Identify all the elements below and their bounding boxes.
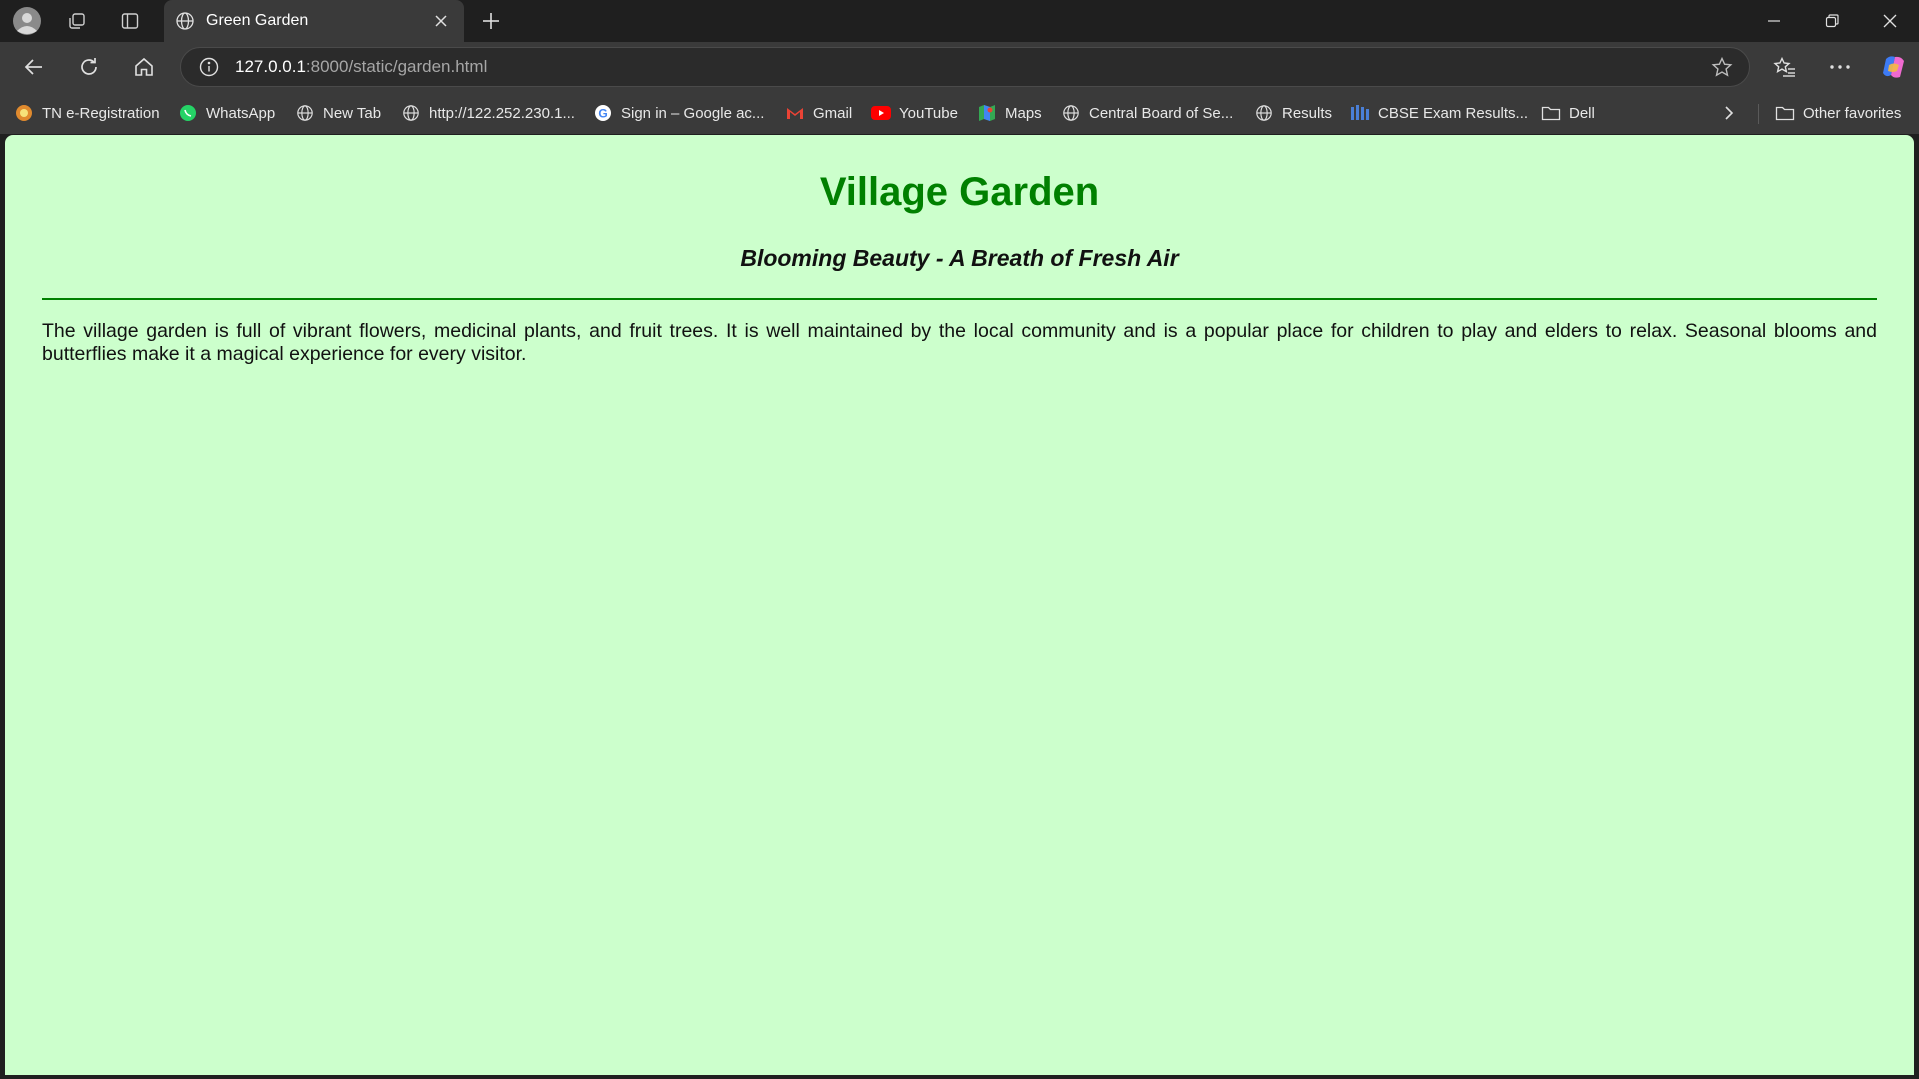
address-bar[interactable]: 127.0.0.1:8000/static/garden.html xyxy=(180,47,1750,87)
globe-icon xyxy=(1061,103,1081,123)
bookmark-other-favorites[interactable]: Other favorites xyxy=(1775,98,1901,128)
horizontal-rule xyxy=(42,298,1877,300)
tab-title: Green Garden xyxy=(206,12,309,29)
favorites-list-icon xyxy=(1773,56,1795,77)
active-tab[interactable]: Green Garden xyxy=(164,0,464,42)
arrow-left-icon xyxy=(24,59,42,75)
globe-icon xyxy=(174,10,196,32)
bookmark-cbse-results[interactable]: CBSE Exam Results... xyxy=(1350,98,1528,128)
bookmark-label: Dell xyxy=(1569,104,1595,122)
restore-button[interactable] xyxy=(1803,0,1861,42)
favorites-button[interactable] xyxy=(1765,48,1805,86)
profile-avatar-icon xyxy=(13,7,41,35)
profile-button[interactable] xyxy=(7,5,47,37)
google-icon: G xyxy=(593,103,613,123)
description-paragraph: The village garden is full of vibrant fl… xyxy=(42,320,1877,365)
bookmark-label: http://122.252.230.1... xyxy=(429,104,575,122)
bookmark-new-tab[interactable]: New Tab xyxy=(295,98,381,128)
url-path: :8000/static/garden.html xyxy=(305,57,488,76)
other-favorites-label: Other favorites xyxy=(1803,104,1902,122)
bookmarks-overflow-button[interactable] xyxy=(1714,98,1744,128)
svg-text:G: G xyxy=(598,106,607,120)
bookmark-tn-e-registration[interactable]: TN e-Registration xyxy=(14,98,160,128)
bookmarks-bar: TN e-Registration WhatsApp New Tab http:… xyxy=(0,92,1919,134)
home-icon xyxy=(135,57,153,76)
url-text[interactable]: 127.0.0.1:8000/static/garden.html xyxy=(235,57,1707,77)
bookmark-central-board[interactable]: Central Board of Se... xyxy=(1061,98,1233,128)
restore-icon xyxy=(1825,14,1839,28)
vertical-tabs-icon xyxy=(121,13,139,29)
copilot-icon xyxy=(1883,56,1904,78)
bookmark-label: Results xyxy=(1282,104,1333,122)
folder-icon xyxy=(1541,103,1561,123)
folder-icon xyxy=(1775,103,1795,123)
minimize-icon xyxy=(1768,20,1780,22)
bookmark-youtube[interactable]: YouTube xyxy=(871,98,958,128)
browser-toolbar: 127.0.0.1:8000/static/garden.html xyxy=(0,42,1919,92)
tn-registration-icon xyxy=(14,103,34,123)
copilot-button[interactable] xyxy=(1874,48,1914,86)
reload-icon xyxy=(81,58,97,75)
bookmark-results[interactable]: Results xyxy=(1254,98,1332,128)
bookmark-gmail[interactable]: Gmail xyxy=(785,98,852,128)
globe-icon xyxy=(1254,103,1274,123)
tab-strip: Green Garden xyxy=(0,0,1919,42)
close-tab-icon[interactable] xyxy=(428,8,454,34)
chevron-right-icon xyxy=(1725,106,1734,120)
plus-icon xyxy=(483,13,499,29)
gmail-icon xyxy=(785,103,805,123)
site-info-icon[interactable] xyxy=(197,55,221,79)
bookmark-ip-address[interactable]: http://122.252.230.1... xyxy=(401,98,575,128)
bookmark-folder-dell[interactable]: Dell xyxy=(1541,98,1595,128)
bookmark-label: TN e-Registration xyxy=(42,104,160,122)
close-window-button[interactable] xyxy=(1861,0,1919,42)
new-tab-button[interactable] xyxy=(474,5,508,37)
whatsapp-icon xyxy=(178,103,198,123)
bookmark-label: WhatsApp xyxy=(206,104,276,122)
reload-button[interactable] xyxy=(69,48,109,86)
favorite-star-icon[interactable] xyxy=(1707,52,1737,82)
bookmark-label: YouTube xyxy=(899,104,958,122)
globe-icon xyxy=(295,103,315,123)
bookmark-google-sign-in[interactable]: G Sign in – Google ac... xyxy=(593,98,764,128)
home-button[interactable] xyxy=(124,48,164,86)
bookmark-label: CBSE Exam Results... xyxy=(1378,104,1529,122)
settings-and-more-button[interactable] xyxy=(1820,48,1860,86)
bookmark-label: New Tab xyxy=(323,104,382,122)
bookmark-label: Sign in – Google ac... xyxy=(621,104,765,122)
url-host: 127.0.0.1 xyxy=(235,57,306,76)
cbse-icon xyxy=(1350,103,1370,123)
bookmark-label: Maps xyxy=(1005,104,1042,122)
bookmarks-divider xyxy=(1758,104,1759,124)
close-icon xyxy=(1883,14,1897,28)
bookmark-label: Central Board of Se... xyxy=(1089,104,1234,122)
back-button[interactable] xyxy=(14,48,54,86)
globe-icon xyxy=(401,103,421,123)
bookmark-maps[interactable]: Maps xyxy=(977,98,1042,128)
page-title: Village Garden xyxy=(819,170,1100,214)
more-dots-icon xyxy=(1830,65,1850,69)
minimize-button[interactable] xyxy=(1745,0,1803,42)
workspaces-icon xyxy=(69,13,85,29)
maps-icon xyxy=(977,103,997,123)
page-subtitle: Blooming Beauty - A Breath of Fresh Air xyxy=(740,245,1179,271)
page-viewport: Village Garden Blooming Beauty - A Breat… xyxy=(5,135,1914,1075)
vertical-tabs-button[interactable] xyxy=(110,5,150,37)
workspaces-button[interactable] xyxy=(57,5,97,37)
bookmark-label: Gmail xyxy=(813,104,853,122)
youtube-icon xyxy=(871,103,891,123)
bookmark-whatsapp[interactable]: WhatsApp xyxy=(178,98,275,128)
